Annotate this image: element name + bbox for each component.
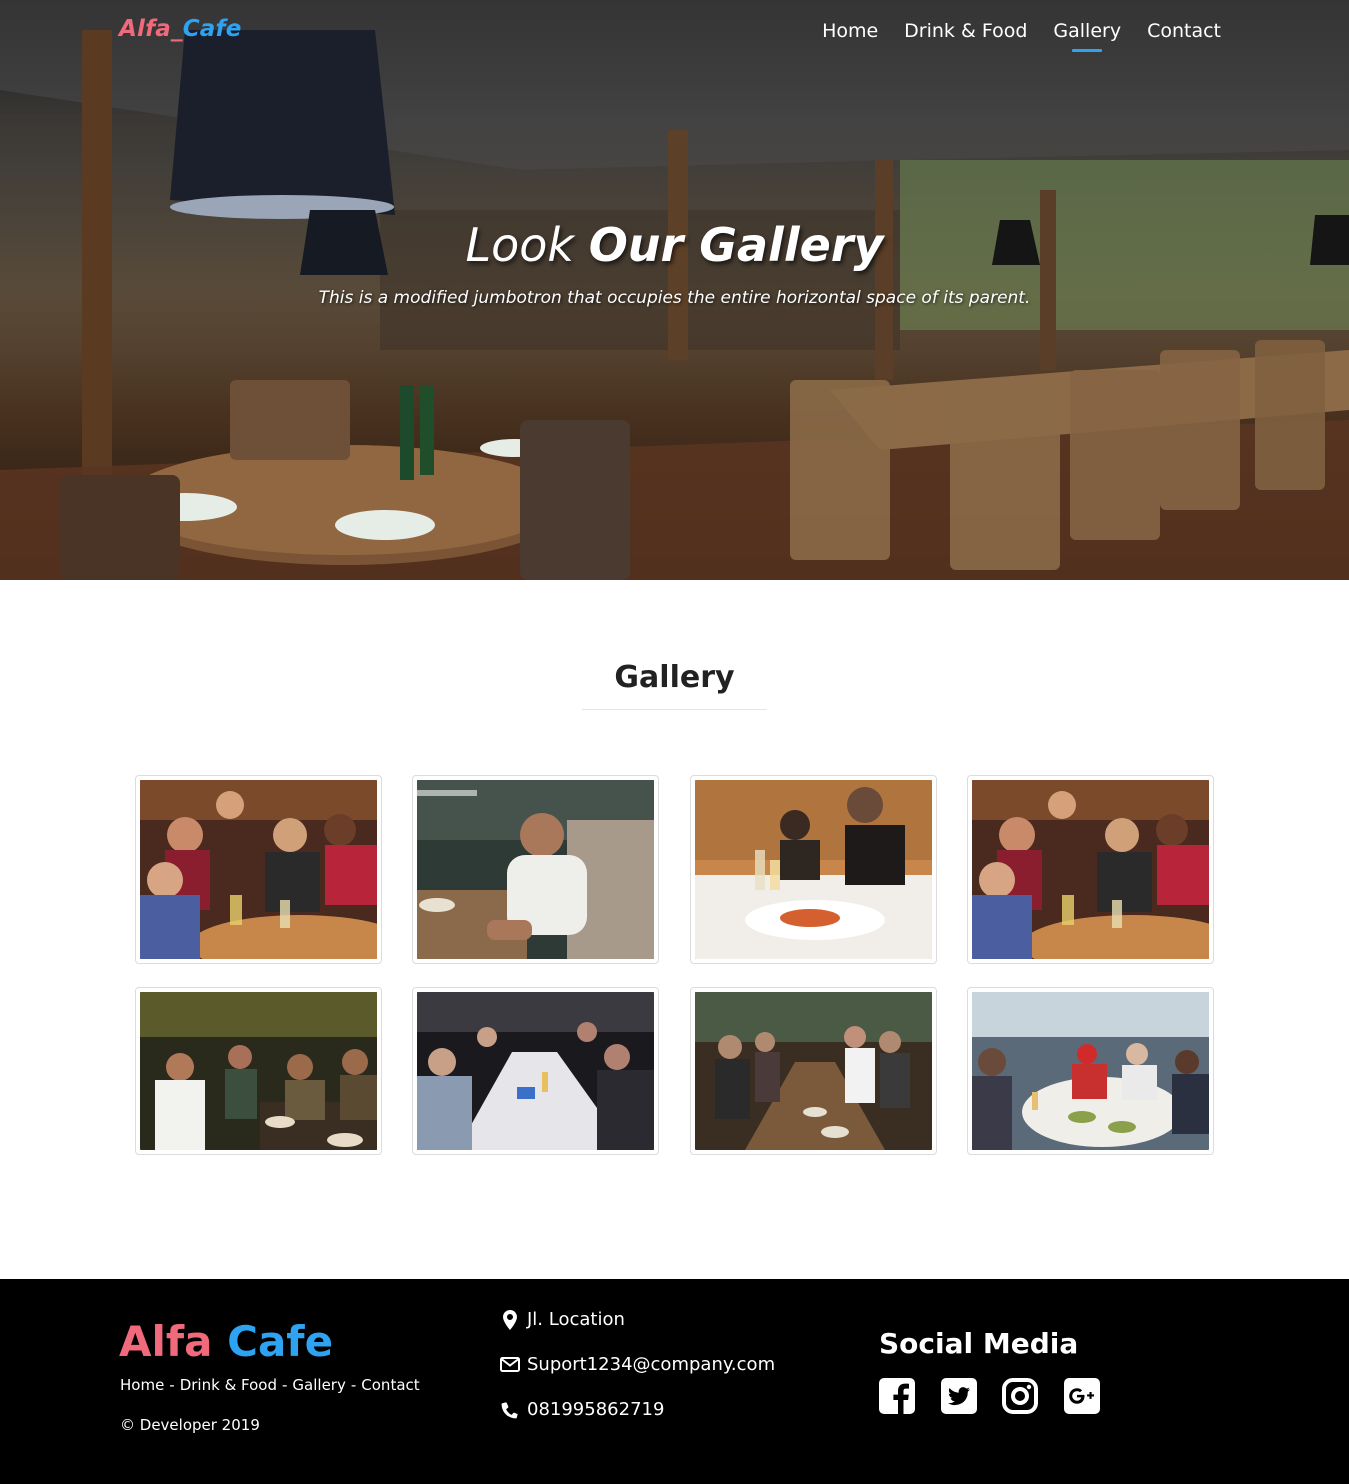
gallery-thumbnail[interactable] (412, 987, 659, 1155)
navbar-brand[interactable]: Alfa_Cafe (119, 16, 242, 42)
gallery-photo-round-tables-event (972, 992, 1209, 1150)
footer-link-contact[interactable]: Contact (361, 1376, 419, 1394)
twitter-icon[interactable] (941, 1378, 977, 1414)
instagram-icon[interactable] (1002, 1378, 1038, 1414)
gallery-thumbnail[interactable] (412, 775, 659, 964)
gallery-thumbnail[interactable] (967, 775, 1214, 964)
gallery-photo-wine-dinner (695, 780, 932, 959)
footer-email: Suport1234@company.com (499, 1354, 775, 1375)
footer-brand-part1: Alfa (119, 1317, 213, 1366)
nav-link-home[interactable]: Home (822, 20, 878, 52)
footer-link-separator: - (350, 1376, 357, 1394)
footer-email-text[interactable]: Suport1234@company.com (527, 1354, 775, 1375)
footer-links: Home - Drink & Food - Gallery - Contact (120, 1376, 420, 1394)
gallery-photo-friends-dinner-2 (972, 780, 1209, 959)
google-plus-icon[interactable] (1064, 1378, 1100, 1414)
footer-brand-part2: Cafe (227, 1317, 334, 1366)
gallery-photo-friends-dinner (140, 780, 377, 959)
gallery-photo-man-smiling (417, 780, 654, 959)
footer-phone: 081995862719 (499, 1399, 664, 1420)
brand-name-part2: Cafe (182, 16, 242, 42)
social-media-title: Social Media (879, 1327, 1079, 1360)
footer-copyright: © Developer 2019 (120, 1416, 260, 1434)
hero-title-light: Look (465, 218, 575, 272)
hero-subtitle: This is a modified jumbotron that occupi… (318, 288, 1031, 308)
footer-phone-text[interactable]: 081995862719 (527, 1399, 664, 1420)
footer-link-home[interactable]: Home (120, 1376, 164, 1394)
footer-link-gallery[interactable]: Gallery (292, 1376, 345, 1394)
footer-location-text: Jl. Location (527, 1309, 625, 1330)
nav-link-gallery[interactable]: Gallery (1053, 20, 1121, 52)
hero-title-bold: Our Gallery (588, 218, 884, 272)
gallery-photo-long-table-party (695, 992, 932, 1150)
gallery-photo-banquet (417, 992, 654, 1150)
footer-link-separator: - (169, 1376, 175, 1394)
nav-link-contact[interactable]: Contact (1147, 20, 1221, 52)
footer: Alfa Cafe Home - Drink & Food - Gallery - Cont… (0, 1279, 1349, 1484)
brand-name-part1: Alfa_ (119, 16, 183, 42)
gallery-thumbnail[interactable] (967, 987, 1214, 1155)
map-marker-icon (499, 1309, 521, 1330)
footer-link-drink-food[interactable]: Drink & Food (180, 1376, 277, 1394)
gallery-thumbnail[interactable] (690, 987, 937, 1155)
gallery-title: Gallery (614, 660, 735, 695)
footer-brand: Alfa Cafe (119, 1317, 333, 1366)
hero-title: Look Our Gallery (0, 218, 1349, 272)
gallery-photo-group-table (140, 992, 377, 1150)
phone-icon (499, 1400, 521, 1420)
nav-link-drink-food[interactable]: Drink & Food (904, 20, 1027, 52)
footer-location: Jl. Location (499, 1309, 625, 1330)
gallery-thumbnail[interactable] (135, 775, 382, 964)
gallery-thumbnail[interactable] (135, 987, 382, 1155)
navbar: Alfa_Cafe Home Drink & Food Gallery Cont… (0, 0, 1349, 66)
footer-link-separator: - (282, 1376, 288, 1394)
facebook-icon[interactable] (879, 1378, 915, 1414)
nav-links: Home Drink & Food Gallery Contact (796, 20, 1221, 52)
gallery-title-divider (582, 709, 767, 710)
envelope-icon (499, 1355, 521, 1375)
gallery-thumbnail[interactable] (690, 775, 937, 964)
hero-jumbotron: Alfa_Cafe Home Drink & Food Gallery Cont… (0, 0, 1349, 580)
